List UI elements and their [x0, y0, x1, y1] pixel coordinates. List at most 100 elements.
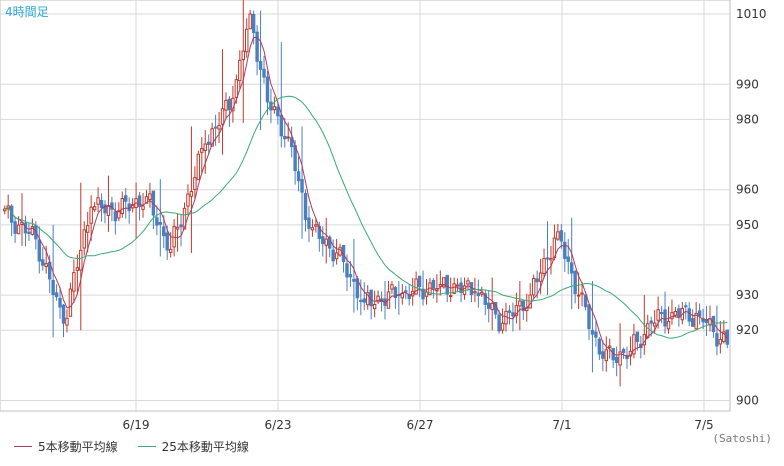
candle-body — [168, 248, 173, 254]
legend-label-ma25: 25本移動平均線 — [161, 440, 249, 454]
candle-body — [120, 198, 124, 215]
candle-body — [251, 13, 256, 33]
candle-body — [224, 99, 228, 111]
candle-body — [245, 28, 249, 53]
candle-body — [37, 239, 42, 262]
candle-body — [348, 274, 353, 278]
candle-body — [227, 98, 232, 111]
candle-body — [72, 272, 76, 292]
candle-body — [490, 303, 494, 311]
candle-body — [518, 300, 522, 307]
candle-body — [75, 267, 80, 271]
candle-body — [569, 262, 574, 274]
candle-body — [307, 217, 311, 229]
candle-body — [286, 136, 290, 139]
candle-body — [542, 258, 546, 275]
candle-body — [684, 305, 688, 308]
candle-body — [96, 197, 100, 205]
candle-body — [455, 284, 460, 287]
candle-body — [293, 145, 297, 172]
candle-body — [179, 224, 183, 228]
candle-body — [556, 231, 560, 240]
candle-body — [234, 79, 239, 98]
x-tick-label: 6/23 — [265, 418, 292, 432]
candle-body — [44, 263, 48, 268]
candle-body — [715, 333, 719, 347]
candle-body — [587, 304, 591, 330]
candle-body — [621, 348, 626, 354]
candle-body — [238, 59, 242, 82]
candle-body — [262, 68, 266, 78]
candle-body — [155, 217, 159, 226]
candle-body — [359, 299, 363, 303]
candle-body — [148, 193, 152, 200]
candle-body — [535, 278, 539, 283]
candle-body — [673, 310, 678, 316]
candle-body — [68, 288, 73, 317]
y-tick-label: 980 — [736, 112, 759, 126]
candle-body — [497, 314, 501, 332]
candle-body — [670, 312, 674, 320]
candle-body — [79, 249, 83, 271]
candle-body — [283, 135, 287, 140]
x-tick-label: 7/1 — [552, 418, 571, 432]
chart-plot: 1010 990 980 960 950 930 920 900 6/19 6/23 6/27 7/1… — [0, 0, 767, 432]
candle-body — [162, 226, 166, 237]
candle-body — [217, 124, 221, 130]
candle-body — [213, 126, 218, 129]
candle-body — [445, 274, 449, 295]
candle-body — [196, 153, 201, 181]
candle-body — [652, 322, 657, 327]
candle-body — [220, 108, 225, 125]
candle-body — [635, 331, 640, 342]
candle-body — [507, 310, 512, 313]
legend-item-ma5: 5本移動平均線 — [14, 438, 118, 455]
candle-body — [255, 31, 259, 62]
candle-body — [549, 257, 553, 261]
candle-body — [186, 193, 190, 207]
candle-body — [597, 338, 602, 355]
legend-swatch-ma25 — [137, 446, 156, 447]
candle-body — [559, 230, 564, 242]
candle-body — [54, 292, 59, 298]
y-tick-label: 950 — [736, 218, 759, 232]
candle-body — [656, 309, 660, 321]
candle-body — [573, 270, 577, 295]
candle-body — [272, 106, 277, 111]
candle-body — [352, 278, 356, 282]
candle-body — [141, 205, 145, 210]
candle-body — [99, 199, 104, 209]
candle-body — [321, 236, 325, 244]
candle-body — [476, 292, 481, 297]
candle-body — [697, 310, 702, 317]
candle-body — [89, 206, 93, 224]
candle-body — [663, 309, 667, 327]
candle-body — [113, 211, 118, 222]
candle-body — [431, 279, 436, 289]
candle-body — [296, 171, 301, 182]
candle-body — [614, 356, 619, 363]
candle-body — [300, 179, 304, 193]
candle-body — [473, 291, 477, 294]
candle-body — [659, 312, 664, 315]
source-credit: (Satoshi) — [712, 432, 772, 445]
candle-body — [417, 275, 422, 288]
candle-body — [345, 263, 349, 278]
candle-body — [487, 302, 491, 309]
candle-body — [279, 114, 284, 137]
candle-body — [265, 76, 270, 103]
candle-body — [175, 226, 180, 230]
candle-body — [51, 279, 55, 296]
timeframe-label: 4時間足 — [5, 5, 49, 19]
legend-swatch-ma5 — [14, 446, 32, 447]
y-tick-label: 1010 — [736, 7, 767, 21]
candle-body — [41, 259, 45, 266]
candle-body — [390, 284, 394, 290]
candle-body — [666, 320, 671, 330]
candlestick-chart: 1010 990 980 960 950 930 920 900 6/19 6/23 6/27 7/1… — [0, 0, 784, 462]
candle-body — [189, 191, 194, 197]
candle-body — [289, 137, 294, 148]
legend-item-ma25: 25本移動平均線 — [137, 438, 249, 455]
legend: 5本移動平均線 25本移動平均線 — [14, 438, 249, 455]
candle-body — [206, 141, 211, 145]
